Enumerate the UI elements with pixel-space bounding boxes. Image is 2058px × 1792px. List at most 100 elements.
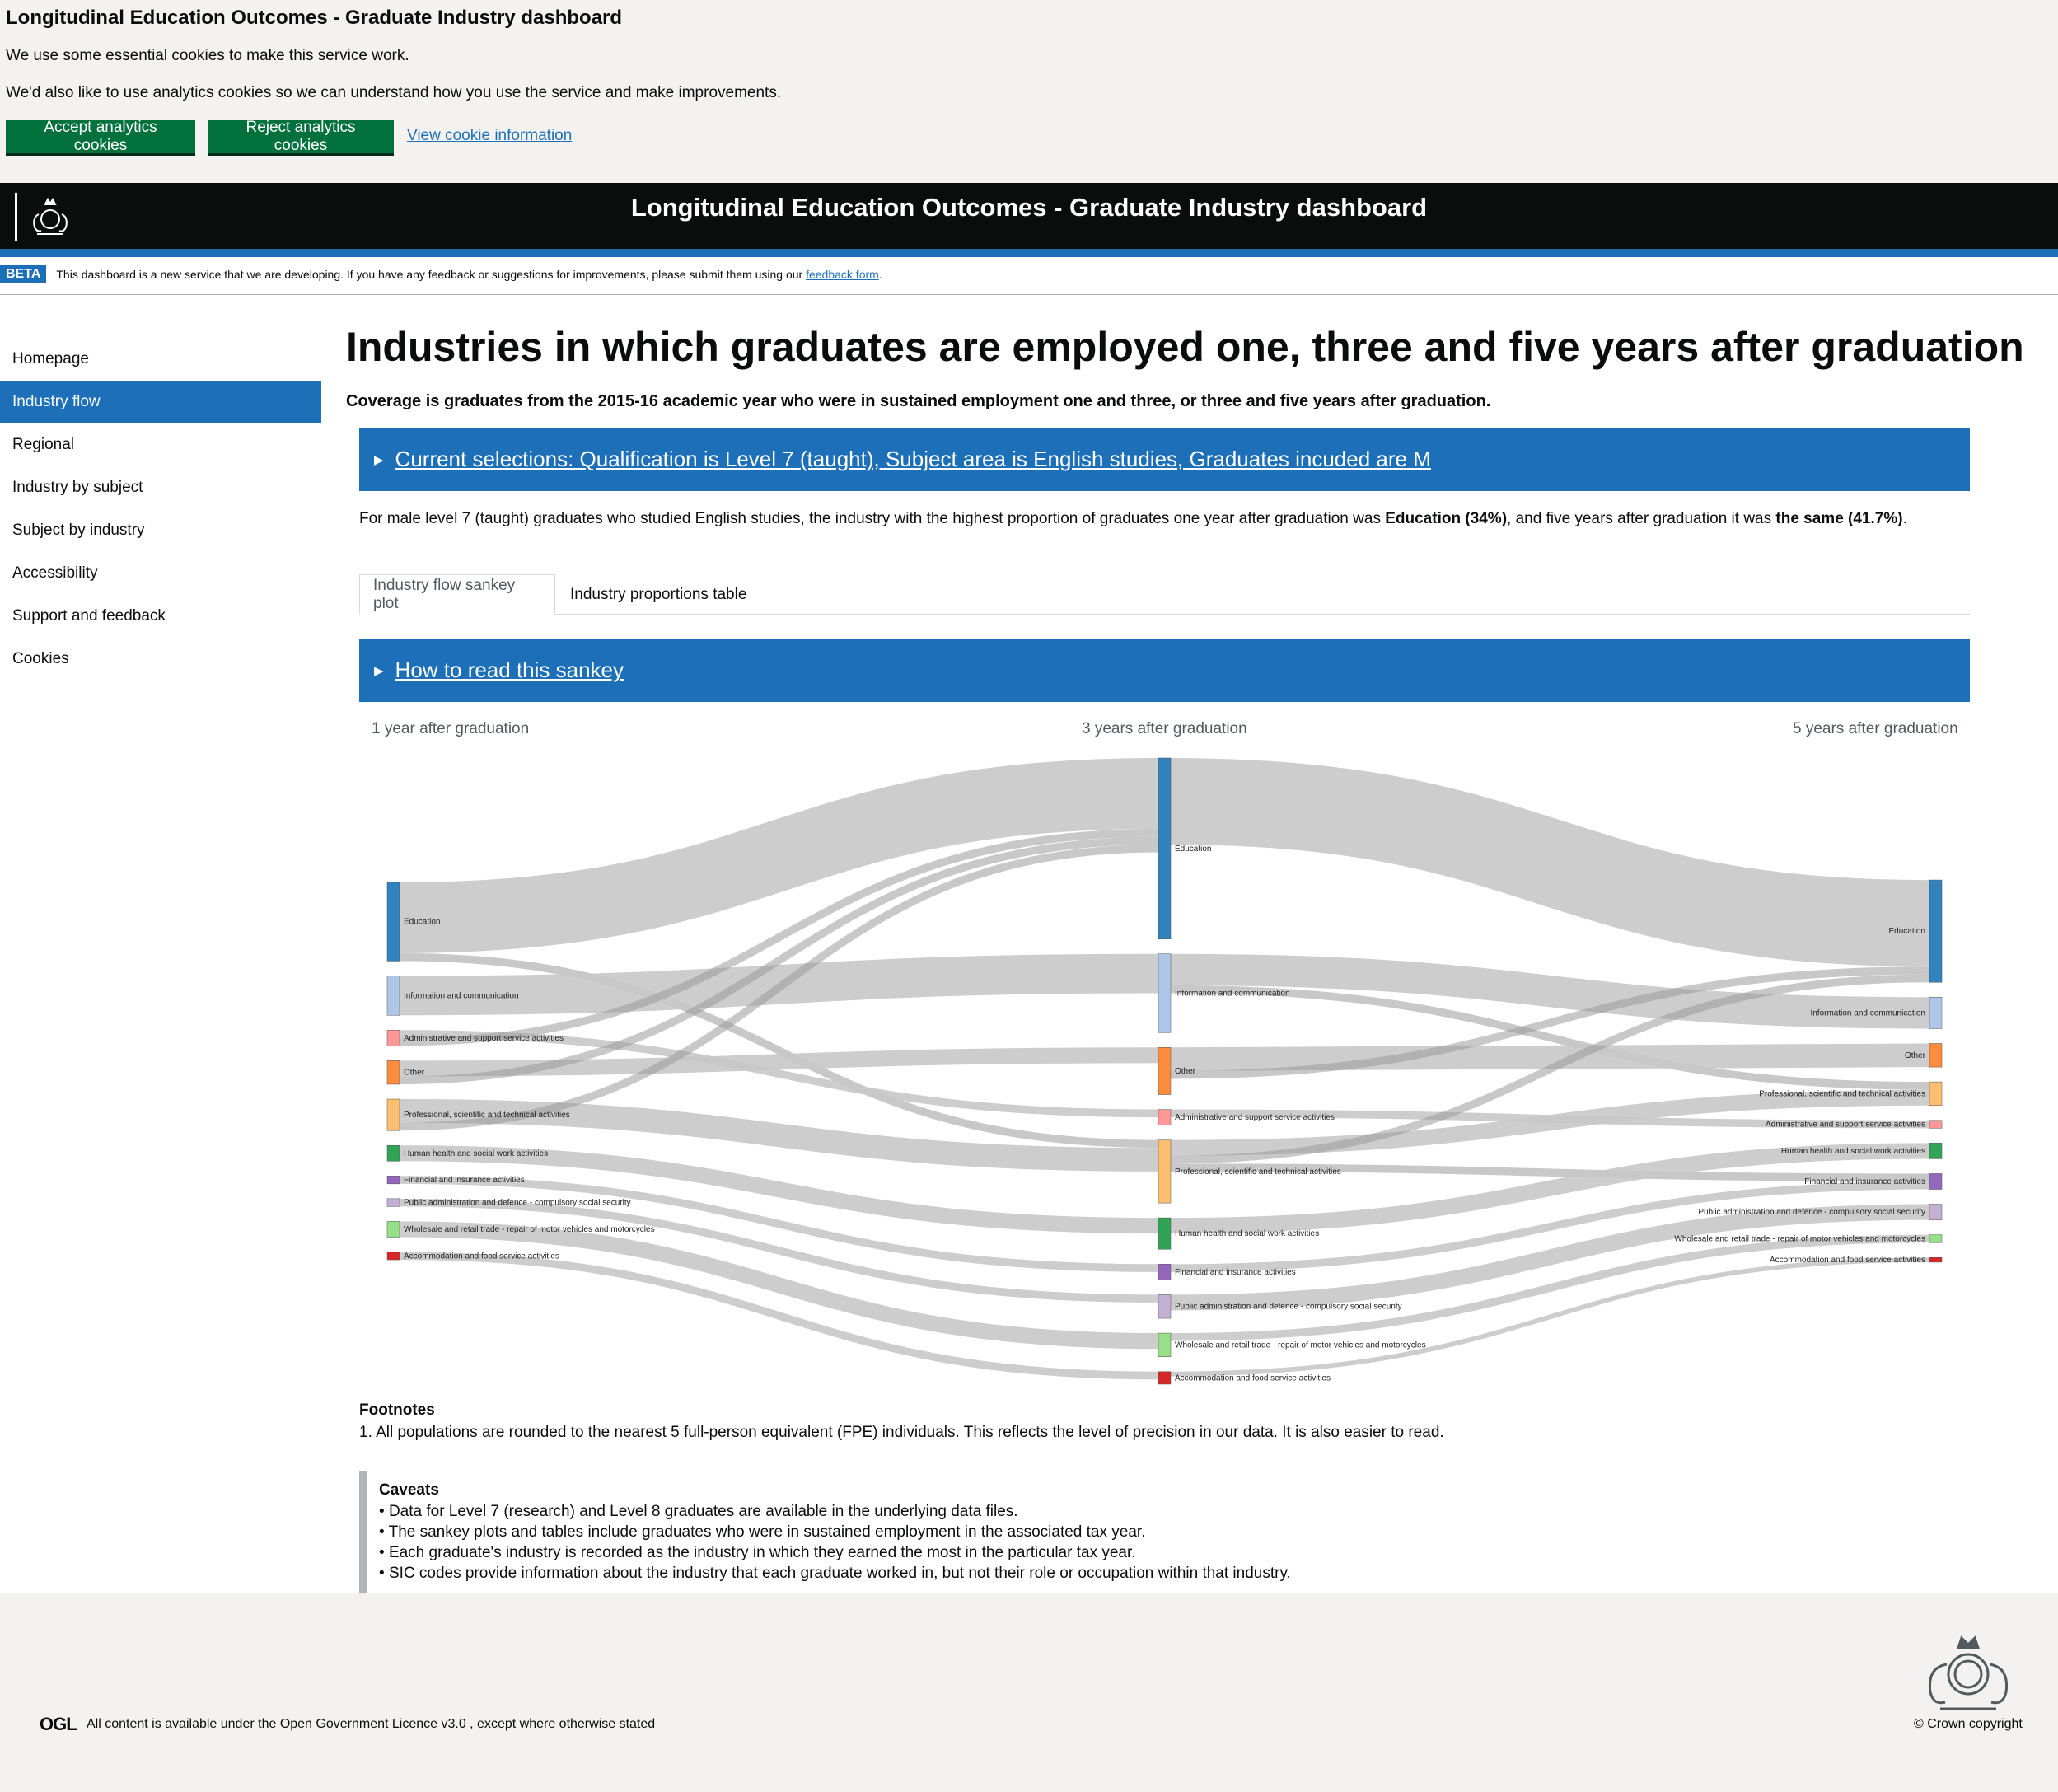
- reject-cookies-button[interactable]: Reject analytics cookies: [208, 119, 394, 154]
- sankey-node-accommodation-and-food-service-activities[interactable]: [386, 1252, 400, 1261]
- sankey-node-label: Wholesale and retail trade - repair of m…: [1175, 1340, 1426, 1350]
- sankey-node-financial-and-insurance-activities[interactable]: [1929, 1173, 1943, 1190]
- sankey-node-label: Accommodation and food service activitie…: [404, 1252, 559, 1261]
- sankey-node-administrative-and-support-service-activities[interactable]: [1158, 1109, 1172, 1125]
- summary-highlight-2: the same (41.7%): [1775, 510, 1903, 527]
- caveat-item: Data for Level 7 (research) and Level 8 …: [379, 1501, 1970, 1522]
- cookie-essential-text: We use some essential cookies to make th…: [6, 47, 409, 64]
- sidebar-item-industry-flow[interactable]: Industry flow: [0, 381, 321, 423]
- sankey-node-label: Public administration and defence - comp…: [1698, 1208, 1925, 1217]
- sankey-node-human-health-and-social-work-activities[interactable]: [1158, 1217, 1172, 1250]
- sankey-link[interactable]: [399, 1047, 1159, 1077]
- current-selections-toggle[interactable]: ▶ Current selections: Qualification is L…: [359, 428, 1970, 491]
- ogl-logo: OGL: [40, 1714, 77, 1734]
- royal-coat-of-arms-icon: [1928, 1635, 2009, 1710]
- caveat-item: The sankey plots and tables include grad…: [379, 1522, 1970, 1542]
- caveats-title: Caveats: [379, 1481, 439, 1499]
- triangle-right-icon: ▶: [374, 452, 384, 467]
- accept-cookies-button[interactable]: Accept analytics cookies: [6, 119, 195, 154]
- stage-label-1-year: 1 year after graduation: [372, 720, 530, 737]
- sankey-node-professional-scientific-and-technical-activities[interactable]: [1158, 1139, 1172, 1204]
- sankey-node-public-administration-and-defence-compulsory-social-security[interactable]: [1929, 1204, 1943, 1220]
- sankey-node-administrative-and-support-service-activities[interactable]: [386, 1029, 400, 1046]
- sankey-link[interactable]: [1170, 1043, 1930, 1071]
- sidebar-item-regional[interactable]: Regional: [0, 423, 321, 466]
- sidebar-item-homepage[interactable]: Homepage: [0, 338, 321, 381]
- sankey-node-label: Human health and social work activities: [1781, 1147, 1925, 1156]
- sankey-node-label: Other: [1175, 1067, 1196, 1076]
- view-cookie-info-link[interactable]: View cookie information: [407, 127, 572, 145]
- sankey-node-administrative-and-support-service-activities[interactable]: [1929, 1120, 1943, 1129]
- how-to-read-toggle[interactable]: ▶ How to read this sankey: [359, 639, 1970, 702]
- sankey-node-label: Administrative and support service activ…: [404, 1034, 564, 1043]
- sankey-node-label: Administrative and support service activ…: [1175, 1113, 1335, 1122]
- sankey-node-accommodation-and-food-service-activities[interactable]: [1158, 1371, 1172, 1385]
- sankey-node-label: Administrative and support service activ…: [1766, 1121, 1925, 1130]
- sankey-node-human-health-and-social-work-activities[interactable]: [1929, 1143, 1943, 1159]
- sankey-node-human-health-and-social-work-activities[interactable]: [386, 1144, 400, 1162]
- sankey-node-label: Financial and insurance activities: [1804, 1177, 1925, 1186]
- tab-sankey-plot[interactable]: Industry flow sankey plot: [359, 574, 555, 615]
- tab-proportions-table[interactable]: Industry proportions table: [557, 574, 760, 615]
- sankey-node-label: Wholesale and retail trade - repair of m…: [1674, 1234, 1925, 1243]
- sankey-node-financial-and-insurance-activities[interactable]: [1158, 1264, 1172, 1280]
- stage-label-5-years: 5 years after graduation: [1793, 720, 1958, 737]
- sankey-node-label: Professional, scientific and technical a…: [404, 1111, 570, 1120]
- sidebar-item-support-and-feedback[interactable]: Support and feedback: [0, 595, 321, 638]
- beta-tag: BETA: [0, 265, 47, 283]
- caveats-panel: Caveats Data for Level 7 (research) and …: [359, 1471, 1970, 1593]
- sankey-node-financial-and-insurance-activities[interactable]: [386, 1176, 400, 1185]
- sankey-node-education[interactable]: [386, 882, 400, 962]
- sankey-node-education[interactable]: [1929, 879, 1943, 983]
- sankey-node-label: Wholesale and retail trade - repair of m…: [404, 1225, 655, 1234]
- sankey-node-label: Accommodation and food service activitie…: [1175, 1373, 1331, 1383]
- sankey-node-professional-scientific-and-technical-activities[interactable]: [1929, 1081, 1943, 1107]
- sankey-node-label: Financial and insurance activities: [404, 1176, 525, 1185]
- sankey-node-label: Public administration and defence - comp…: [404, 1199, 631, 1208]
- sankey-node-label: Education: [1175, 845, 1211, 854]
- sankey-node-information-and-communication[interactable]: [1929, 997, 1943, 1029]
- sankey-node-label: Public administration and defence - comp…: [1175, 1303, 1402, 1312]
- ogl-licence-link[interactable]: Open Government Licence v3.0: [280, 1717, 466, 1731]
- sankey-node-wholesale-and-retail-trade-repair-of-motor-vehicles-and-motorcycles[interactable]: [386, 1221, 400, 1238]
- cookie-banner: Longitudinal Education Outcomes - Gradua…: [0, 0, 2058, 183]
- sankey-link[interactable]: [1170, 758, 1930, 967]
- sankey-node-label: Information and communication: [1810, 1008, 1925, 1018]
- feedback-form-link[interactable]: feedback form: [806, 268, 879, 281]
- sankey-node-public-administration-and-defence-compulsory-social-security[interactable]: [1158, 1294, 1172, 1319]
- sankey-node-label: Professional, scientific and technical a…: [1175, 1167, 1341, 1177]
- sidebar-item-accessibility[interactable]: Accessibility: [0, 552, 321, 595]
- sankey-node-label: Human health and social work activities: [404, 1149, 548, 1158]
- sankey-link[interactable]: [399, 1252, 1159, 1380]
- sankey-node-education[interactable]: [1158, 757, 1172, 939]
- sidebar-nav: Homepage Industry flow Regional Industry…: [0, 338, 321, 681]
- sidebar-item-subject-by-industry[interactable]: Subject by industry: [0, 509, 321, 552]
- divider: [0, 294, 2058, 295]
- summary-highlight-1: Education (34%): [1385, 510, 1508, 527]
- stage-label-3-years: 3 years after graduation: [1082, 720, 1247, 737]
- sankey-node-information-and-communication[interactable]: [1158, 953, 1172, 1033]
- sankey-node-label: Information and communication: [1175, 989, 1290, 998]
- sankey-node-other[interactable]: [1158, 1046, 1172, 1095]
- sidebar-item-cookies[interactable]: Cookies: [0, 638, 321, 681]
- sankey-node-label: Other: [404, 1069, 425, 1078]
- crown-copyright-link[interactable]: © Crown copyright: [1914, 1717, 2023, 1732]
- sankey-node-wholesale-and-retail-trade-repair-of-motor-vehicles-and-motorcycles[interactable]: [1929, 1234, 1943, 1243]
- sankey-node-other[interactable]: [386, 1060, 400, 1085]
- site-footer: OGL All content is available under the O…: [0, 1593, 2058, 1792]
- sankey-node-information-and-communication[interactable]: [386, 976, 400, 1016]
- footnote-1: 1. All populations are rounded to the ne…: [359, 1424, 1444, 1441]
- sidebar-item-industry-by-subject[interactable]: Industry by subject: [0, 466, 321, 509]
- page-title: Industries in which graduates are employ…: [346, 324, 2024, 370]
- sankey-node-accommodation-and-food-service-activities[interactable]: [1929, 1256, 1943, 1263]
- sankey-node-label: Professional, scientific and technical a…: [1759, 1089, 1925, 1098]
- caveat-item: SIC codes provide information about the …: [379, 1563, 1970, 1584]
- sankey-node-wholesale-and-retail-trade-repair-of-motor-vehicles-and-motorcycles[interactable]: [1158, 1332, 1172, 1357]
- sankey-node-professional-scientific-and-technical-activities[interactable]: [386, 1098, 400, 1131]
- sankey-node-public-administration-and-defence-compulsory-social-security[interactable]: [386, 1198, 400, 1207]
- sankey-node-other[interactable]: [1929, 1043, 1943, 1068]
- sankey-node-label: Accommodation and food service activitie…: [1770, 1256, 1925, 1265]
- header-accent-bar: [0, 249, 2058, 257]
- sankey-link[interactable]: [399, 1221, 1159, 1350]
- caveat-item: Each graduate's industry is recorded as …: [379, 1542, 1970, 1563]
